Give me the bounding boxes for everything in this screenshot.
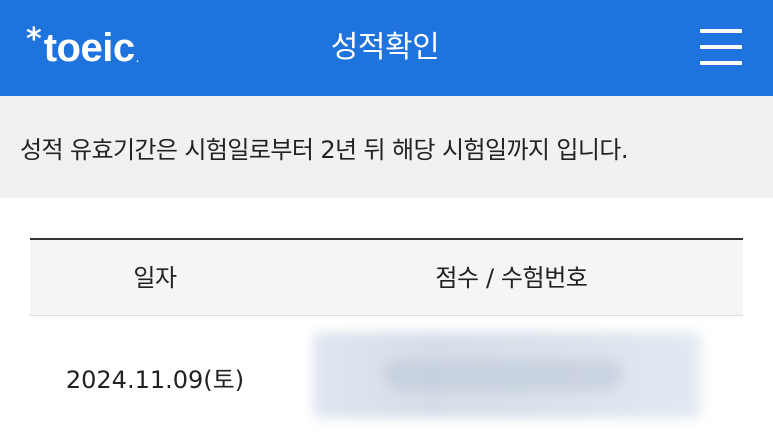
toeic-logo[interactable]: * toeic . — [26, 22, 139, 74]
logo-dot: . — [135, 51, 140, 65]
hamburger-menu-icon[interactable] — [696, 24, 746, 70]
header-date: 일자 — [133, 264, 177, 292]
page-title: 성적확인 — [330, 30, 440, 65]
app-header: * toeic . 성적확인 — [0, 0, 773, 96]
menu-bar — [700, 61, 742, 65]
menu-bar — [700, 45, 742, 49]
table-header: 일자 점수 / 수험번호 — [30, 238, 743, 316]
menu-bar — [700, 29, 742, 33]
logo-text: toeic — [43, 26, 135, 70]
table-row: 2024.11.09(토) — [30, 316, 743, 435]
row-date: 2024.11.09(토) — [65, 366, 245, 394]
score-table: 일자 점수 / 수험번호 2024.11.09(토) — [30, 238, 743, 435]
blurred-score-cell[interactable] — [313, 332, 701, 418]
logo-star-icon: * — [26, 22, 42, 57]
notice-text: 성적 유효기간은 시험일로부터 2년 뒤 해당 시험일까지 입니다. — [20, 136, 629, 164]
header-score: 점수 / 수험번호 — [435, 264, 588, 292]
validity-notice: 성적 유효기간은 시험일로부터 2년 뒤 해당 시험일까지 입니다. — [0, 96, 773, 198]
